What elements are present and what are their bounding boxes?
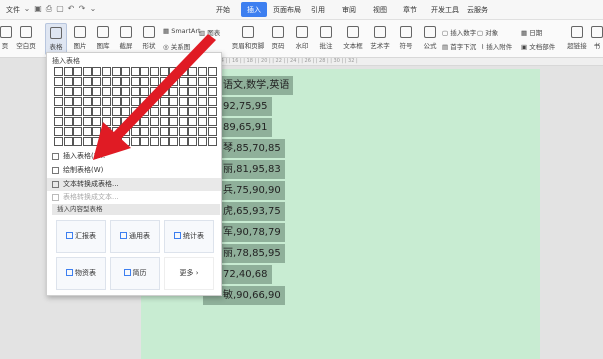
annotation-arrow (93, 34, 216, 160)
arrow-shaft (110, 34, 216, 142)
